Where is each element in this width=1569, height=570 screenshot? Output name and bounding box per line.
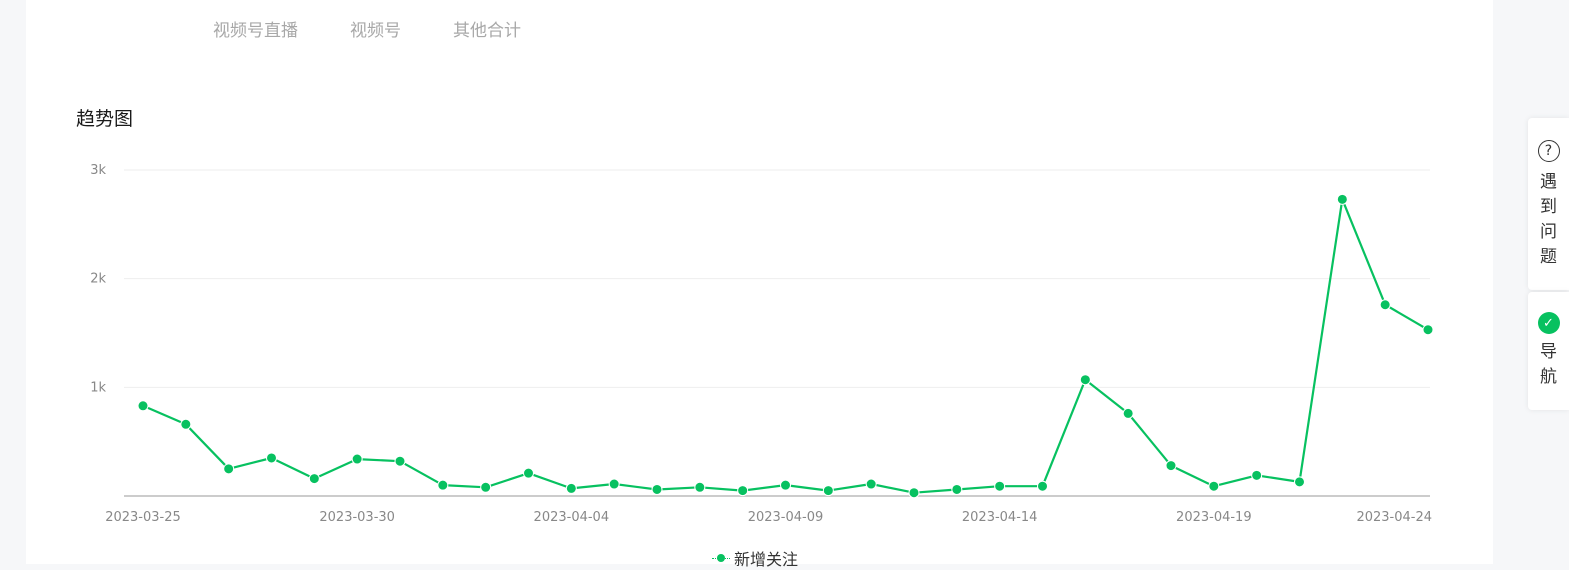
nav-logo-icon: ✓	[1537, 312, 1560, 334]
nav-label: 导航	[1540, 342, 1557, 387]
data-point	[351, 453, 363, 465]
data-point	[1037, 480, 1048, 492]
data-point	[651, 483, 663, 495]
data-point	[694, 481, 706, 493]
legend-item[interactable]: 新增关注	[712, 546, 798, 570]
data-point	[266, 452, 277, 464]
trend-chart: 1k 2k 3k 2023-03-25 2023-03-30 2023-04-04 2023…	[90, 163, 1434, 525]
data-point	[223, 463, 235, 475]
data-point	[180, 418, 192, 430]
x-tick-label: 2023-03-30	[319, 510, 395, 525]
data-point	[822, 485, 834, 497]
data-point	[394, 455, 406, 467]
nav-panel[interactable]: ✓ 导航	[1528, 292, 1569, 410]
data-point	[437, 479, 449, 491]
help-panel[interactable]: ? 遇到问题	[1528, 118, 1569, 290]
data-point	[951, 483, 963, 495]
x-tick-label: 2023-04-09	[748, 510, 824, 525]
data-point	[1079, 374, 1091, 386]
data-point	[994, 480, 1006, 492]
data-point	[565, 482, 577, 494]
question-icon: ?	[1537, 140, 1560, 162]
data-point	[1251, 469, 1263, 481]
help-label: 遇到问题	[1540, 172, 1557, 267]
y-tick-label: 3k	[90, 163, 106, 178]
y-tick-label: 1k	[90, 380, 106, 395]
x-tick-label: 2023-03-25	[105, 510, 181, 525]
data-point	[780, 479, 791, 491]
data-point	[1379, 299, 1391, 311]
legend-label: 新增关注	[734, 550, 799, 569]
data-point	[1208, 480, 1220, 492]
data-point	[908, 487, 920, 499]
data-point	[1165, 460, 1177, 472]
data-point	[137, 400, 149, 412]
legend-marker-icon	[712, 553, 730, 563]
data-point	[1122, 407, 1134, 419]
x-tick-label: 2023-04-14	[962, 510, 1038, 525]
x-tick-label: 2023-04-19	[1176, 510, 1252, 525]
series-line-0	[142, 198, 1429, 494]
data-point	[308, 473, 320, 485]
x-tick-label: 2023-04-04	[534, 510, 610, 525]
x-tick-label: 2023-04-24	[1356, 510, 1432, 525]
data-point	[1336, 193, 1348, 205]
data-point	[523, 467, 534, 479]
data-point	[737, 485, 749, 497]
content-card: 视频号直播 视频号 其他合计 趋势图 1k 2k 3k 2023-03-25 2023-…	[26, 0, 1493, 569]
data-point	[1294, 476, 1305, 488]
data-point	[1422, 324, 1434, 336]
data-point	[480, 481, 492, 493]
y-tick-label: 2k	[90, 272, 106, 287]
data-point	[608, 478, 620, 490]
data-point	[865, 478, 877, 490]
